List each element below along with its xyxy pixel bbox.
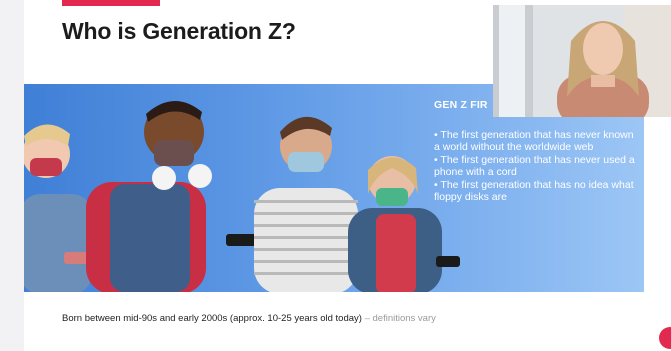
fact-item: • The first generation that has never us…: [434, 153, 635, 179]
person-2-mask: [154, 140, 194, 166]
person-2-phone: [226, 234, 258, 246]
presenter-neck: [591, 75, 615, 87]
person-4-top: [376, 214, 416, 292]
person-3-shirt: [254, 188, 358, 292]
window-pane: [499, 5, 525, 117]
slide-left-margin: [0, 0, 24, 351]
presenter-webcam-tile[interactable]: [493, 5, 671, 117]
person-1-jacket: [24, 194, 92, 292]
presenter-video: [493, 5, 671, 117]
person-4-phone: [436, 256, 460, 267]
person-1-mask: [30, 158, 62, 176]
person-4-mask: [376, 188, 408, 206]
footer-main-text: Born between mid-90s and early 2000s (ap…: [62, 313, 362, 324]
person-2-vest: [110, 184, 190, 292]
fact-item: • The first generation that has never kn…: [434, 128, 634, 154]
title-accent-bar: [62, 0, 160, 6]
person-2-headphone-left: [152, 166, 176, 190]
slide-footer: Born between mid-90s and early 2000s (ap…: [62, 313, 436, 324]
presenter-face: [583, 23, 623, 75]
fact-item: • The first generation that has no idea …: [434, 178, 634, 204]
person-2-headphone-right: [188, 164, 212, 188]
person-3-mask: [288, 152, 324, 172]
footer-muted-text: – definitions vary: [361, 313, 436, 324]
slide-title: Who is Generation Z?: [62, 18, 296, 44]
